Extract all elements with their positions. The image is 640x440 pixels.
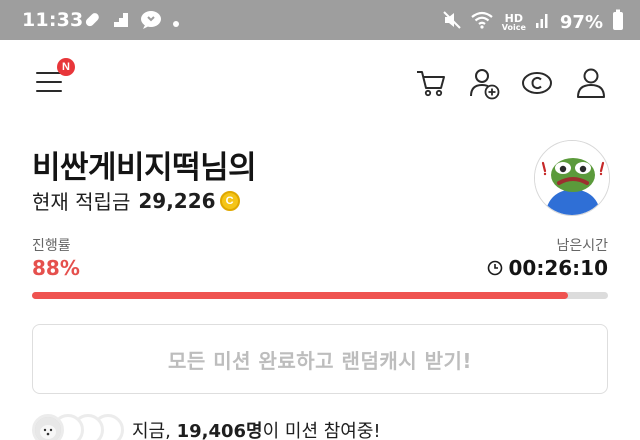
mute-icon [442, 10, 462, 35]
app-header: N [0, 40, 640, 124]
notification-icons [82, 10, 180, 34]
participants-prefix: 지금, [132, 421, 171, 440]
system-icons: HD Voice 97% [442, 9, 624, 36]
status-bar: 11:33 HD Voice 97% [0, 0, 640, 40]
hd-voice-indicator: HD Voice [501, 12, 526, 32]
remaining-time-label: 남은시간 [556, 238, 608, 254]
participants-suffix: 이 미션 참여중! [262, 421, 381, 440]
balance-row: 현재 적립금 29,226 C [32, 186, 240, 215]
signal-icon [535, 11, 551, 34]
participants-row: 지금, 19,406명이 미션 참여중! [32, 414, 381, 440]
remaining-time-value: 00:26:10 [508, 256, 609, 280]
status-time: 11:33 [22, 9, 84, 31]
participants-text: 지금, 19,406명이 미션 참여중! [132, 417, 381, 440]
profile-icon[interactable] [574, 66, 608, 100]
battery-icon [612, 9, 624, 36]
participant-avatars [32, 414, 124, 440]
add-friend-icon[interactable] [468, 66, 502, 100]
balance-label: 현재 적립금 [32, 190, 131, 214]
user-nickname: 비싼게비지떡님의 [32, 150, 257, 186]
progress-bar [32, 292, 608, 299]
participants-count: 19,406명 [176, 421, 263, 440]
pill-icon [82, 10, 102, 34]
progress-value: 88% [32, 256, 80, 280]
cart-icon[interactable] [414, 66, 448, 100]
cash-coin-icon[interactable] [520, 66, 554, 100]
balance-value: 29,226 [138, 188, 216, 213]
dot-icon [172, 13, 180, 32]
progress-bar-fill [32, 292, 568, 299]
participant-avatar [32, 414, 64, 440]
new-badge: N [57, 58, 75, 76]
battery-percent: 97% [559, 12, 603, 33]
claim-random-cash-button[interactable]: 모든 미션 완료하고 랜덤캐시 받기! [32, 324, 608, 394]
wifi-icon [471, 10, 493, 35]
stairs-icon [112, 11, 130, 33]
coin-icon: C [219, 190, 240, 211]
clock-icon [487, 260, 503, 276]
avatar[interactable] [534, 140, 610, 216]
chat-bubble-icon [140, 10, 162, 34]
remaining-time: 00:26:10 [487, 256, 609, 280]
progress-label: 진행률 [32, 238, 71, 254]
